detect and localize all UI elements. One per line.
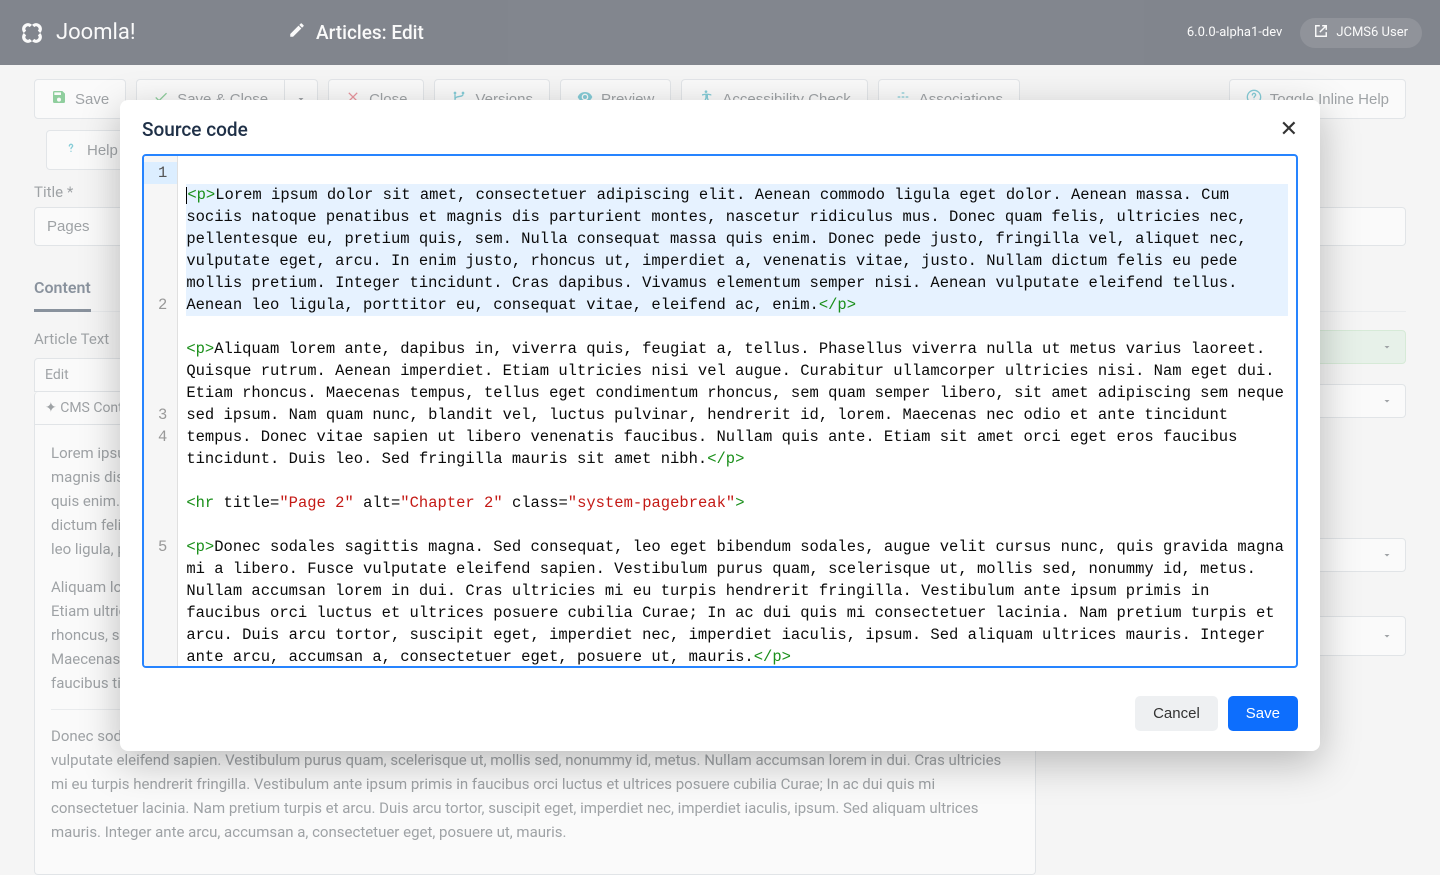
modal-cancel-button[interactable]: Cancel [1135, 696, 1218, 731]
user-menu[interactable]: JCMS6 User [1300, 18, 1422, 48]
external-link-icon [1314, 24, 1328, 42]
brand[interactable]: Joomla! [18, 19, 288, 47]
app-header: Joomla! Articles: Edit 6.0.0-alpha1-dev … [0, 0, 1440, 65]
source-code-editor[interactable]: 1 2 3 4 5 <p>Lorem ipsum dolor sit amet,… [142, 154, 1298, 668]
joomla-small-icon: ✦ [45, 400, 57, 416]
source-code-modal: Source code ✕ 1 2 3 4 5 <p>Lorem ipsum d… [120, 100, 1320, 751]
pencil-icon [288, 21, 306, 44]
editor-menu-edit[interactable]: Edit [45, 367, 69, 383]
modal-overlay: Source code ✕ 1 2 3 4 5 <p>Lorem ipsum d… [0, 0, 1440, 850]
modal-footer: Cancel Save [120, 684, 1320, 751]
save-icon [51, 89, 67, 109]
tab-content[interactable]: Content [34, 266, 91, 312]
code-text[interactable]: <p>Lorem ipsum dolor sit amet, consectet… [178, 156, 1296, 666]
modal-title: Source code [142, 118, 248, 141]
brand-text: Joomla! [56, 20, 136, 45]
header-right: 6.0.0-alpha1-dev JCMS6 User [1187, 18, 1422, 48]
page-title: Articles: Edit [288, 21, 1187, 44]
save-button[interactable]: Save [34, 79, 126, 119]
line-gutter: 1 2 3 4 5 [144, 156, 178, 666]
modal-save-button[interactable]: Save [1228, 696, 1298, 731]
modal-close-button[interactable]: ✕ [1280, 116, 1298, 142]
version-text: 6.0.0-alpha1-dev [1187, 25, 1282, 40]
joomla-logo-icon [18, 19, 46, 47]
